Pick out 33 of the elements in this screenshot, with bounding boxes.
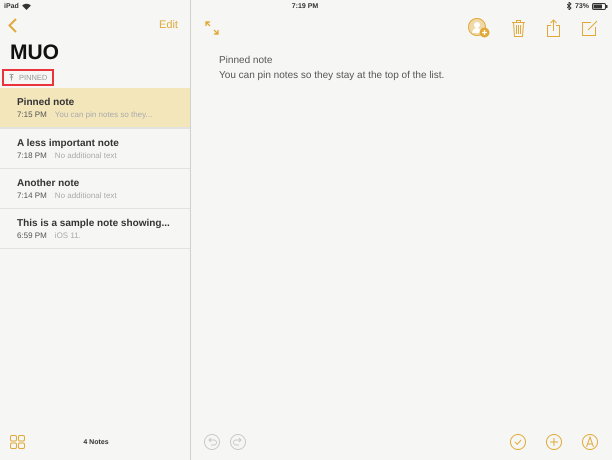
note-list-item[interactable]: A less important note 7:18 PM No additional text [0, 129, 190, 169]
note-preview: iOS 11. [54, 230, 81, 240]
folder-title: MUO [9, 40, 60, 65]
note-title: This is a sample note showing... [17, 218, 171, 228]
note-preview: No additional text [54, 190, 117, 200]
note-time: 7:15 PM [17, 110, 47, 118]
add-person-icon[interactable] [468, 18, 490, 38]
note-list-item[interactable]: Another note 7:14 PM No additional text [0, 169, 190, 209]
back-chevron-icon[interactable] [8, 18, 17, 32]
note-preview: No additional text [54, 150, 117, 160]
bluetooth-icon [566, 2, 572, 10]
note-title: Pinned note [17, 96, 76, 108]
battery-icon [592, 2, 608, 10]
wifi-icon [22, 2, 31, 10]
gallery-grid-icon[interactable] [10, 435, 25, 449]
compose-icon[interactable] [582, 20, 598, 36]
note-title: A less important note [17, 138, 120, 148]
note-time: 7:14 PM [17, 190, 47, 200]
pin-icon [9, 74, 14, 81]
share-icon[interactable] [547, 19, 560, 37]
note-preview: You can pin notes so they... [54, 110, 152, 118]
note-text-line: You can pin notes so they stay at the top of the list. [219, 69, 446, 83]
note-title: Another note [17, 178, 80, 188]
add-icon[interactable] [546, 434, 562, 450]
note-list-item[interactable]: Pinned note 7:15 PM You can pin notes so they... [0, 88, 190, 129]
note-time: 6:59 PM [17, 230, 47, 240]
note-time: 7:18 PM [17, 150, 47, 160]
note-text-line: Pinned note [219, 54, 274, 68]
note-list-item[interactable]: This is a sample note showing... 6:59 PM iOS 11. [0, 209, 190, 249]
pen-icon[interactable] [582, 434, 598, 450]
trash-icon[interactable] [512, 20, 525, 36]
expand-icon[interactable] [205, 21, 219, 35]
checkmark-icon[interactable] [510, 434, 526, 450]
